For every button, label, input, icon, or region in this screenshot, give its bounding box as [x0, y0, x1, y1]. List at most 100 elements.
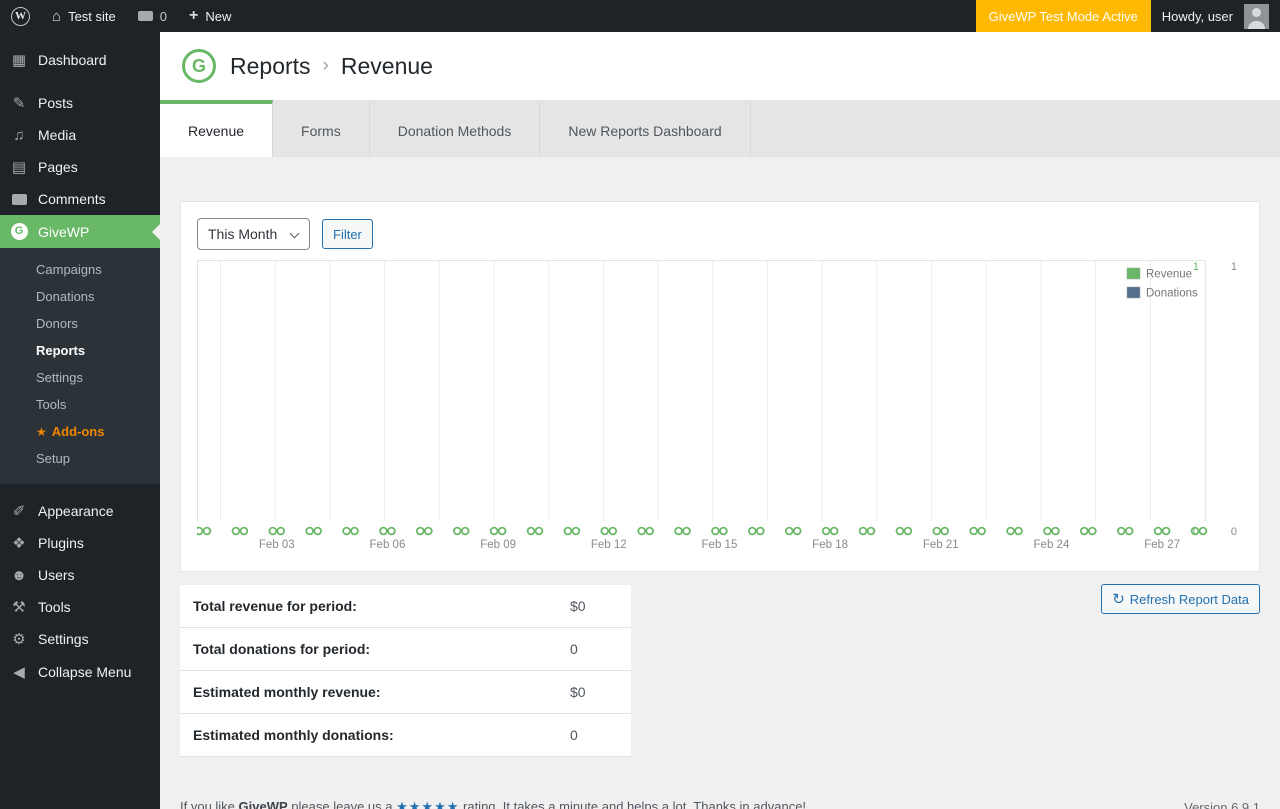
svg-text:Feb 18: Feb 18: [812, 539, 848, 551]
pages-icon: ▤: [11, 158, 27, 176]
submenu-item-label: Setup: [36, 451, 70, 466]
svg-text:Donations: Donations: [1146, 288, 1198, 300]
breadcrumb-separator: ›: [322, 55, 329, 76]
svg-text:Feb 15: Feb 15: [702, 539, 738, 551]
users-icon: ☻: [11, 566, 27, 584]
sidebar-item-givewp[interactable]: G GiveWP: [0, 215, 160, 248]
stat-row: Total revenue for period: $0: [180, 585, 631, 628]
tools-icon: ⚒: [12, 598, 26, 616]
submenu-item-donations[interactable]: Donations: [0, 283, 160, 310]
content-area: This Month Filter Feb 03 Feb 06 Feb 09 Feb …: [160, 157, 1280, 809]
main-content: G Reports › Revenue Revenue Forms Donation…: [160, 32, 1280, 809]
sidebar-item-label: Posts: [38, 95, 74, 111]
user-avatar: [1244, 3, 1269, 29]
menu-separator: [0, 484, 160, 495]
submenu-item-reports[interactable]: Reports: [0, 337, 160, 364]
posts-icon: ✎: [12, 94, 26, 112]
sidebar-item-dashboard[interactable]: ▦ Dashboard: [0, 44, 160, 76]
stat-value: 0: [570, 641, 578, 657]
tab-donation-methods[interactable]: Donation Methods: [370, 100, 541, 157]
svg-text:0: 0: [1193, 526, 1199, 538]
submenu-item-label: Campaigns: [36, 262, 102, 277]
period-select[interactable]: This Month: [197, 218, 310, 250]
media-icon: ♫: [13, 126, 25, 144]
version-label: Version 6.9.1: [1184, 799, 1260, 809]
site-name-link[interactable]: ⌂ Test site: [41, 0, 127, 32]
collapse-menu-button[interactable]: ◀ Collapse Menu: [0, 656, 160, 688]
tab-revenue[interactable]: Revenue: [160, 100, 274, 157]
svg-text:Revenue: Revenue: [1146, 269, 1192, 281]
page-footer: If you like GiveWP please leave us a ★★★…: [180, 799, 1260, 809]
filter-row: This Month Filter: [197, 218, 1243, 250]
sidebar-item-label: Tools: [38, 599, 71, 615]
sidebar-item-pages[interactable]: ▤ Pages: [0, 151, 160, 183]
svg-text:Feb 06: Feb 06: [370, 539, 406, 551]
comments-shortcut[interactable]: 0: [127, 0, 178, 32]
admin-sidebar: ▦ Dashboard ✎ Posts ♫ Media ▤ Pages Comments G Giv…: [0, 32, 160, 809]
submenu-item-label: Tools: [36, 397, 67, 412]
sidebar-item-comments[interactable]: Comments: [0, 183, 160, 215]
givewp-submenu: Campaigns Donations Donors Reports Settings T…: [0, 248, 160, 484]
submenu-item-label: Donors: [36, 316, 78, 331]
admin-bar-right: GiveWP Test Mode Active Howdy, user: [975, 0, 1280, 32]
comments-icon: [9, 193, 29, 205]
givewp-logo-icon: G: [182, 49, 216, 83]
submenu-item-donors[interactable]: Donors: [0, 310, 160, 337]
revenue-chart-svg: Feb 03 Feb 06 Feb 09 Feb 12 Feb 15 Feb 18 Feb …: [194, 260, 1237, 551]
tab-new-reports-dashboard[interactable]: New Reports Dashboard: [540, 100, 751, 157]
submenu-item-tools[interactable]: Tools: [0, 391, 160, 418]
stat-row: Estimated monthly donations: 0: [180, 714, 631, 757]
svg-text:1: 1: [1231, 261, 1237, 273]
submenu-item-add-ons[interactable]: ★ Add-ons: [0, 418, 160, 445]
reports-tab-bar: Revenue Forms Donation Methods New Reports …: [160, 100, 1280, 157]
settings-icon: ⚙: [12, 630, 26, 648]
comments-count: 0: [159, 8, 167, 24]
refresh-icon: ↻: [1112, 590, 1125, 608]
refresh-button-label: Refresh Report Data: [1129, 591, 1249, 607]
sidebar-item-posts[interactable]: ✎ Posts: [0, 87, 160, 119]
plus-icon: +: [188, 7, 199, 24]
filter-button[interactable]: Filter: [322, 219, 373, 249]
period-select-value: This Month: [208, 226, 278, 242]
breadcrumb-revenue: Revenue: [340, 52, 433, 79]
submenu-item-settings[interactable]: Settings: [0, 364, 160, 391]
breadcrumb-reports[interactable]: Reports: [230, 53, 311, 80]
submenu-item-campaigns[interactable]: Campaigns: [0, 256, 160, 283]
stats-section: Total revenue for period: $0 Total donatio…: [180, 584, 1260, 757]
sidebar-item-appearance[interactable]: ✐ Appearance: [0, 495, 160, 527]
stat-label: Total donations for period:: [193, 641, 371, 657]
rating-middle: please leave us a: [291, 799, 393, 809]
stat-label: Estimated monthly donations:: [193, 727, 394, 743]
account-menu[interactable]: Howdy, user: [1151, 0, 1280, 32]
sidebar-item-label: Comments: [38, 191, 106, 207]
stat-row: Estimated monthly revenue: $0: [180, 671, 631, 714]
collapse-arrow-icon: ◀: [13, 663, 25, 681]
sidebar-item-plugins[interactable]: ❖ Plugins: [0, 527, 160, 559]
sidebar-item-tools[interactable]: ⚒ Tools: [0, 591, 160, 623]
sidebar-item-label: Dashboard: [38, 52, 107, 68]
tab-forms[interactable]: Forms: [273, 100, 370, 157]
new-content-menu[interactable]: + New: [178, 0, 242, 32]
submenu-item-label: Add-ons: [51, 424, 105, 439]
refresh-report-data-button[interactable]: ↻ Refresh Report Data: [1101, 584, 1260, 614]
sidebar-item-label: Users: [38, 567, 75, 583]
svg-text:Feb 27: Feb 27: [1144, 539, 1180, 551]
sidebar-item-settings[interactable]: ⚙ Settings: [0, 623, 160, 655]
sidebar-item-media[interactable]: ♫ Media: [0, 119, 160, 151]
givewp-icon: G: [9, 223, 29, 240]
rating-brand: GiveWP: [238, 799, 288, 809]
wordpress-menu[interactable]: W: [0, 0, 41, 32]
revenue-report-card: This Month Filter Feb 03 Feb 06 Feb 09 Feb …: [180, 201, 1260, 572]
howdy-label: Howdy, user: [1161, 8, 1233, 24]
rating-request: If you like GiveWP please leave us a ★★★…: [180, 799, 806, 809]
home-icon: ⌂: [52, 7, 62, 25]
givewp-test-mode-badge[interactable]: GiveWP Test Mode Active: [975, 0, 1151, 32]
sidebar-item-users[interactable]: ☻ Users: [0, 559, 160, 591]
revenue-chart: Feb 03 Feb 06 Feb 09 Feb 12 Feb 15 Feb 18 Feb …: [194, 260, 1243, 555]
sidebar-item-label: Media: [38, 127, 77, 143]
rating-stars-link[interactable]: ★★★★★: [396, 799, 459, 809]
dashboard-icon: ▦: [11, 51, 27, 69]
submenu-item-label: Reports: [36, 343, 86, 358]
svg-text:Feb 12: Feb 12: [591, 539, 627, 551]
submenu-item-setup[interactable]: Setup: [0, 445, 160, 472]
